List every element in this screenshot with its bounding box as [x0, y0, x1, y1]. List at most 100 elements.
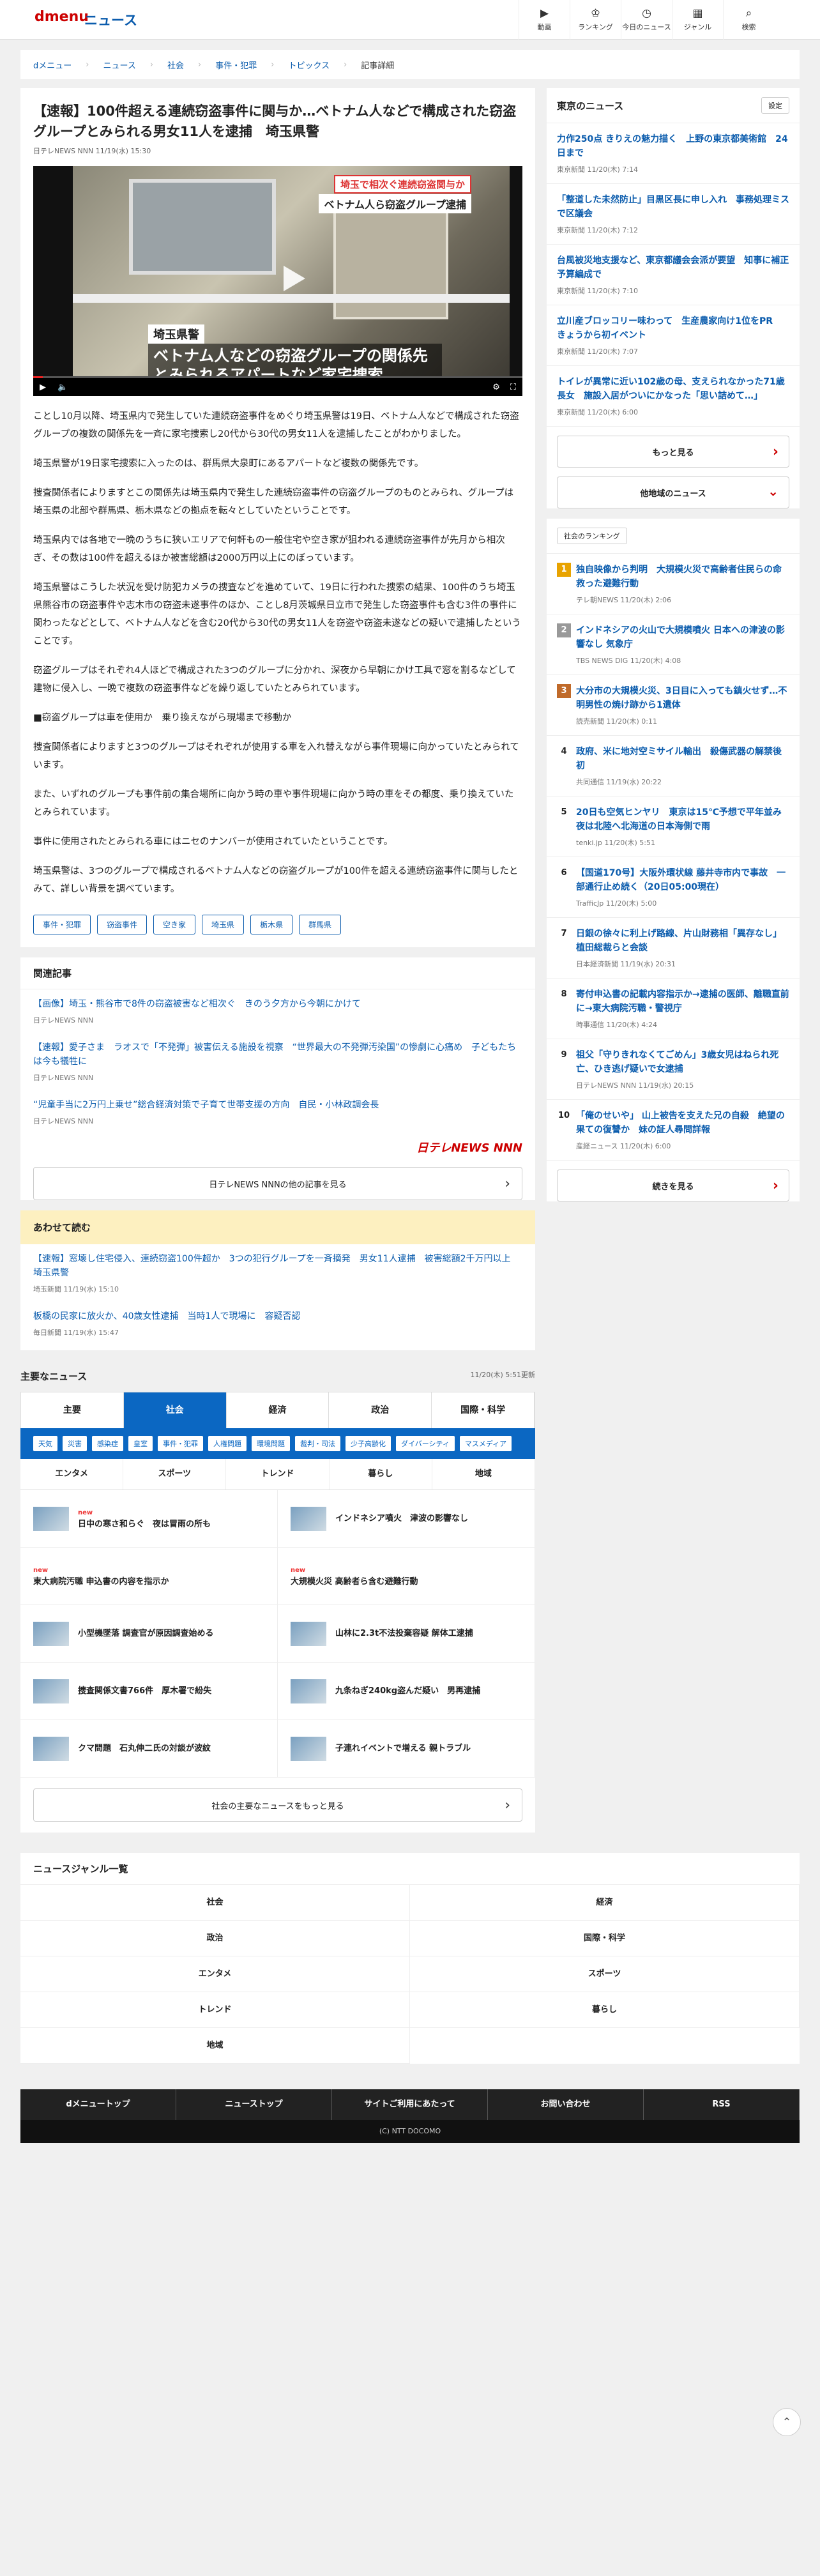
- ranking-item[interactable]: 3 大分市の大規模火災、3日目に入っても鎮火せず…不明男性の焼け跡から1遺体 読売新…: [547, 675, 800, 736]
- genre-link[interactable]: 国際・科学: [410, 1921, 800, 1956]
- tag[interactable]: 窃盗事件: [97, 915, 148, 934]
- genre-link[interactable]: スポーツ: [410, 1956, 800, 1992]
- tab-life[interactable]: 暮らし: [330, 1459, 432, 1490]
- subtab[interactable]: ダイバーシティ: [396, 1436, 455, 1451]
- subtab[interactable]: マスメディア: [459, 1436, 512, 1451]
- tab-politics[interactable]: 政治: [329, 1392, 432, 1428]
- ranking-more-button[interactable]: 続きを見る: [557, 1170, 789, 1201]
- also-read-item[interactable]: 【速報】窓壊し住宅侵入、連続窃盗100件超か 3つの犯行グループを一斉摘発 男女…: [20, 1244, 535, 1302]
- settings-button[interactable]: 設定: [761, 97, 789, 114]
- genre-link[interactable]: 暮らし: [410, 1992, 800, 2028]
- related-item[interactable]: 【画像】埼玉・熊谷市で8件の窃盗被害など相次ぐ きのう夕方から今朝にかけて 日テレ…: [20, 989, 535, 1033]
- nav-video[interactable]: ▶ 動画: [519, 0, 570, 40]
- tab-region[interactable]: 地域: [432, 1459, 536, 1490]
- ranking-item[interactable]: 10 「俺のせいや」 山上被告を支えた兄の自殺 絶望の果ての復讐か 妹の証人尋問詳…: [547, 1100, 800, 1161]
- genre-link[interactable]: 政治: [20, 1921, 410, 1956]
- breadcrumb-crime[interactable]: 事件・犯罪: [215, 59, 257, 71]
- dmenu-logo[interactable]: dmenu: [34, 9, 89, 25]
- genre-link[interactable]: 経済: [410, 1885, 800, 1921]
- ntv-more-button[interactable]: 日テレNEWS NNNの他の記事を見る: [33, 1167, 522, 1200]
- subtab[interactable]: 災害: [63, 1436, 87, 1451]
- subtab[interactable]: 皇室: [128, 1436, 153, 1451]
- ranking-item[interactable]: 9 祖父「守りきれなくてごめん」3歳女児はねられ死亡、ひき逃げ疑いで女逮捕 日テレN…: [547, 1039, 800, 1100]
- news-item[interactable]: 山林に2.3t不法投棄容疑 解体工逮捕: [278, 1605, 535, 1663]
- tokyo-news-item[interactable]: 立川産ブロッコリー味わって 生産農家向け1位をPR きょうから初イベント 東京新聞…: [547, 305, 800, 366]
- nav-genre[interactable]: ▦ ジャンル: [672, 0, 723, 40]
- subtab[interactable]: 人権問題: [208, 1436, 247, 1451]
- subtab[interactable]: 少子高齢化: [345, 1436, 391, 1451]
- tab-economy[interactable]: 経済: [227, 1392, 330, 1428]
- tokyo-news-item[interactable]: 「整道した未然防止」目黒区長に申し入れ 事務処理ミスで区議会 東京新聞 11/20…: [547, 184, 800, 245]
- genre-link[interactable]: 地域: [20, 2028, 410, 2064]
- tag[interactable]: 埼玉県: [202, 915, 245, 934]
- video-player[interactable]: 埼玉で相次ぐ連続窃盗関与か ベトナム人ら窃盗グループ逮捕 埼玉県警 ベトナム人な…: [33, 166, 522, 396]
- genre-link[interactable]: エンタメ: [20, 1956, 410, 1992]
- news-item[interactable]: 九条ねぎ240kg盗んだ疑い 男再逮捕: [278, 1663, 535, 1720]
- tokyo-news-item[interactable]: トイレが異常に近い102歳の母、支えられなかった71歳長女 施設入居がついにかな…: [547, 366, 800, 427]
- other-region-button[interactable]: 他地域のニュース: [557, 476, 789, 508]
- footer-link[interactable]: サイトご利用にあたって: [332, 2089, 488, 2120]
- tab-entertainment[interactable]: エンタメ: [20, 1459, 124, 1490]
- genre-link[interactable]: トレンド: [20, 1992, 410, 2028]
- news-item[interactable]: 捜査関係文書766件 厚木署で紛失: [20, 1663, 278, 1720]
- ranking-item[interactable]: 7 日銀の徐々に利上げ路線、片山財務相「異存なし」 植田総裁らと会談 日本経済新聞 …: [547, 918, 800, 979]
- tokyo-news-item[interactable]: 力作250点 きりえの魅力描く 上野の東京都美術館 24日まで 東京新聞 11/2…: [547, 123, 800, 184]
- genre-link[interactable]: 社会: [20, 1885, 410, 1921]
- tokyo-more-button[interactable]: もっと見る: [557, 436, 789, 468]
- back-to-top-button[interactable]: ⌃: [773, 2408, 801, 2436]
- main-news-more-button[interactable]: 社会の主要なニュースをもっと見る: [33, 1788, 522, 1822]
- tab-society[interactable]: 社会: [123, 1392, 227, 1428]
- settings-icon[interactable]: ⚙: [492, 383, 500, 392]
- news-item[interactable]: new 日中の寒さ和らぐ 夜は冒雨の所も: [20, 1490, 278, 1548]
- volume-icon[interactable]: 🔈: [57, 383, 68, 392]
- news-item[interactable]: インドネシア噴火 津波の影響なし: [278, 1490, 535, 1548]
- fullscreen-icon[interactable]: ⛶: [510, 383, 516, 392]
- also-read-item[interactable]: 板橋の民家に放火か、40歳女性逮捕 当時1人で現場に 容疑否認 毎日新聞 11/1…: [20, 1302, 535, 1350]
- related-item[interactable]: “児童手当に2万円上乗せ”総合経済対策で子育て世帯支援の方向 自民・小林政調会長…: [20, 1090, 535, 1134]
- subtab[interactable]: 天気: [33, 1436, 57, 1451]
- breadcrumb-dmenu[interactable]: dメニュー: [33, 59, 72, 71]
- article-paragraph: 捜査関係者によりますとこの関係先は埼玉県内で発生した連続窃盗事件の窃盗グループの…: [33, 488, 514, 516]
- news-item[interactable]: 小型機墜落 調査官が原因調査始める: [20, 1605, 278, 1663]
- ntv-news-logo[interactable]: 日テレNEWS NNN: [20, 1134, 535, 1161]
- news-item[interactable]: クマ問題 石丸伸二氏の対談が波紋: [20, 1720, 278, 1778]
- footer-link[interactable]: お問い合わせ: [488, 2089, 644, 2120]
- ranking-item[interactable]: 6 【国道170号】大阪外環状線 藤井寺市内で事故 一部通行止め続く（20日05:…: [547, 857, 800, 918]
- ranking-item[interactable]: 2 インドネシアの火山で大規模噴火 日本への津波の影響なし 気象庁 TBS NEWS…: [547, 614, 800, 675]
- play-icon[interactable]: [284, 266, 305, 291]
- nav-today[interactable]: ◷ 今日のニュース: [621, 0, 672, 40]
- news-section-link[interactable]: ニュース: [84, 10, 137, 29]
- main-news-more: 社会の主要なニュースをもっと見る: [20, 1778, 535, 1833]
- tab-international[interactable]: 国際・科学: [432, 1392, 535, 1428]
- tab-main[interactable]: 主要: [21, 1392, 124, 1428]
- tab-sports[interactable]: スポーツ: [123, 1459, 227, 1490]
- subtab[interactable]: 事件・犯罪: [158, 1436, 203, 1451]
- footer-link[interactable]: RSS: [644, 2089, 800, 2120]
- footer-link[interactable]: dメニュートップ: [20, 2089, 176, 2120]
- tokyo-news-item[interactable]: 台風被災地支援など、東京都議会会派が要望 知事に補正予算編成で 東京新聞 11/2…: [547, 245, 800, 305]
- breadcrumb-news[interactable]: ニュース: [103, 59, 135, 71]
- breadcrumb-society[interactable]: 社会: [167, 59, 184, 71]
- news-item[interactable]: new 大規模火災 高齢者ら含む避難行動: [278, 1548, 535, 1605]
- ranking-item[interactable]: 5 20日も空気ヒンヤリ 東京は15℃予想で平年並み 夜は北陸へ北海道の日本海側で…: [547, 796, 800, 857]
- subtab[interactable]: 裁判・司法: [295, 1436, 340, 1451]
- news-item[interactable]: 子連れイベントで増える 親トラブル: [278, 1720, 535, 1778]
- tag[interactable]: 栃木県: [250, 915, 293, 934]
- breadcrumb-topics[interactable]: トピックス: [288, 59, 330, 71]
- footer-link[interactable]: ニューストップ: [176, 2089, 332, 2120]
- ranking-item[interactable]: 8 寄付申込書の記載内容指示か→逮捕の医師、離職直前に→東大病院汚職・警視庁 時事通…: [547, 979, 800, 1039]
- article-body: ことし10月以降、埼玉県内で発生していた連続窃盗事件をめぐり埼玉県警は19日、ベ…: [33, 408, 522, 898]
- related-item[interactable]: 【速報】愛子さま ラオスで「不発弾」被害伝える施設を視察 “世界最大の不発弾汚染…: [20, 1033, 535, 1090]
- ranking-item[interactable]: 4 政府、米に地対空ミサイル輸出 殺傷武器の解禁後初 共同通信 11/19(水) 2…: [547, 736, 800, 796]
- subtab[interactable]: 環境問題: [252, 1436, 290, 1451]
- tag[interactable]: 空き家: [153, 915, 196, 934]
- nav-ranking[interactable]: ♔ ランキング: [570, 0, 621, 40]
- news-item[interactable]: new 東大病院汚職 申込書の内容を指示か: [20, 1548, 278, 1605]
- tag[interactable]: 群馬県: [299, 915, 342, 934]
- tab-trend[interactable]: トレンド: [226, 1459, 330, 1490]
- play-icon[interactable]: ▶: [40, 383, 46, 392]
- subtab[interactable]: 感染症: [92, 1436, 123, 1451]
- nav-search[interactable]: ⌕ 検索: [723, 0, 774, 40]
- ranking-item[interactable]: 1 独自映像から判明 大規模火災で高齢者住民らの命救った避難行動 テレ朝NEWS 1…: [547, 554, 800, 614]
- tag[interactable]: 事件・犯罪: [33, 915, 91, 934]
